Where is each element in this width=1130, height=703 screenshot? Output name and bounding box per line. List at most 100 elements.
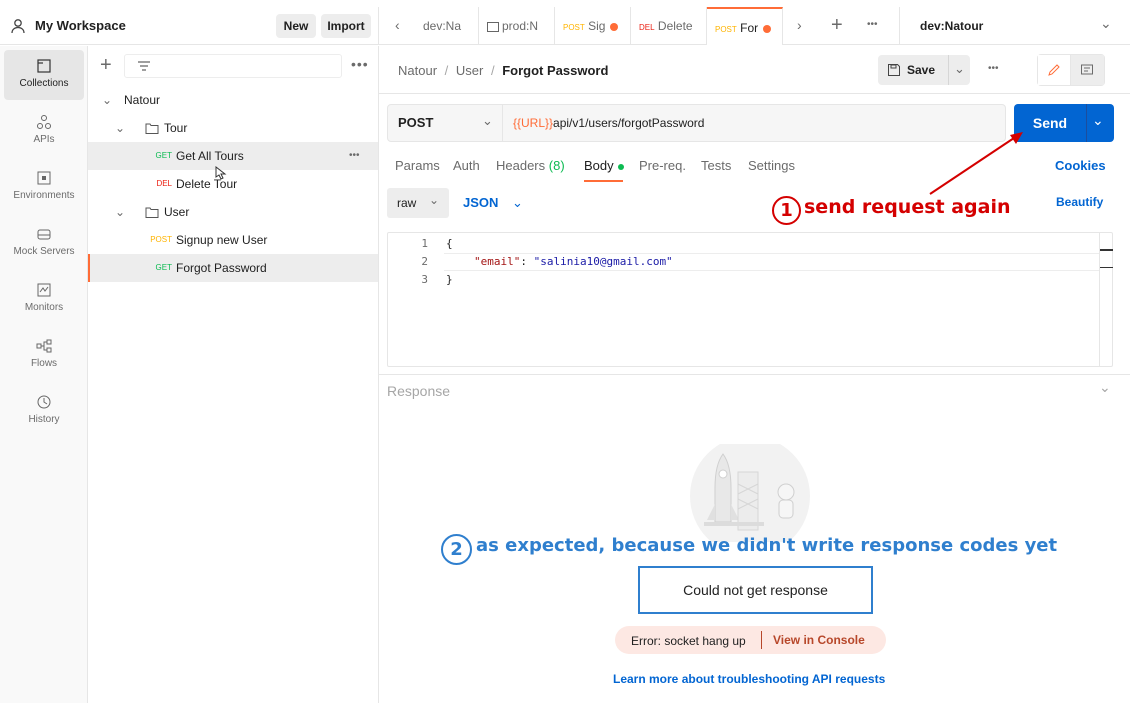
request-tab[interactable]: POST For [707,7,783,45]
tab-headers[interactable]: Headers (8) [496,158,565,173]
method-badge: POST [563,23,585,32]
more-options-icon[interactable]: ••• [988,63,999,74]
folder-icon [145,123,159,134]
tab-tests[interactable]: Tests [701,158,731,173]
workspace-title[interactable]: My Workspace [35,18,126,33]
collection-item[interactable]: ⌄ Natour [88,86,378,114]
unsaved-dot [610,22,619,31]
breadcrumb-folder[interactable]: User [456,63,483,78]
send-button-group: Send ⌄ [1014,104,1114,142]
request-name: Get All Tours [176,149,244,163]
line-number: 3 [421,273,428,286]
tab-body[interactable]: Body [584,158,624,173]
sidebar-item-label: Mock Servers [13,246,75,257]
tab-settings[interactable]: Settings [748,158,795,173]
method-badge: GET [155,151,172,160]
error-text: Error: socket hang up [631,634,746,648]
beautify-link[interactable]: Beautify [1056,195,1103,209]
annotation-number-1: 1 [772,196,801,225]
request-item[interactable]: GET Forgot Password [88,254,378,282]
request-tab[interactable]: dev:Na [415,7,479,45]
filter-icon [138,61,150,71]
import-button[interactable]: Import [321,14,371,38]
annotation-arrow-icon [929,132,1023,195]
sidebar-item-monitors[interactable]: Monitors [4,274,84,324]
folder-item[interactable]: ⌄ User [88,198,378,226]
environment-icon [487,21,499,32]
environment-label: dev:Natour [920,19,984,33]
body-editor[interactable]: 1 2 3 { "email": "salinia10@gmail.com" } [387,232,1113,367]
filter-input[interactable] [124,54,342,78]
sidebar-item-label: History [28,414,60,425]
chevron-down-icon: ⌄ [482,113,493,128]
chevron-down-icon: ⌄ [115,205,126,219]
body-format-label: JSON [463,195,499,210]
request-tab[interactable]: POST Sig [555,7,631,45]
chevron-down-icon[interactable]: ⌄ [1099,379,1111,396]
chevron-down-icon[interactable]: ⌄ [954,61,965,77]
body-mode-label: raw [397,196,417,210]
tab-label: dev:Na [423,19,462,33]
tab-bar: ‹ dev:Na prod:N POST Sig DEL Delete POST… [379,7,1130,45]
json-value: "salinia10@gmail.com" [533,255,673,268]
more-tabs-icon[interactable]: ••• [867,19,878,30]
request-tab[interactable]: DEL Delete [631,7,707,45]
url-path: api/v1/users/forgotPassword [553,116,705,130]
save-button[interactable]: Save [907,63,935,77]
sidebar-item-mock-servers[interactable]: Mock Servers [4,218,84,268]
save-icon [888,64,900,76]
add-collection-icon[interactable]: + [100,55,112,75]
sidebar-item-environments[interactable]: Environments [4,162,84,212]
request-tab[interactable]: prod:N [479,7,555,45]
view-in-console-link[interactable]: View in Console [773,633,865,647]
editor-scrollbar[interactable] [1099,233,1113,366]
cookies-link[interactable]: Cookies [1055,158,1106,173]
request-item[interactable]: DEL Delete Tour [88,170,378,198]
chevron-down-icon: ⌄ [115,121,126,135]
comment-icon [1081,64,1093,75]
sidebar-item-collections[interactable]: Collections [4,50,84,100]
pencil-icon [1048,64,1060,76]
sidebar-item-flows[interactable]: Flows [4,330,84,380]
tab-prerequest[interactable]: Pre-req. [639,158,686,173]
edit-mode-button[interactable] [1038,55,1071,85]
view-toggle [1037,54,1105,86]
chevron-left-icon[interactable]: ‹ [395,17,400,33]
chevron-right-icon[interactable]: › [797,17,802,33]
sidebar-item-history[interactable]: History [4,386,84,436]
body-mode-select[interactable]: raw ⌄ [387,188,449,218]
workspace-header: My Workspace New Import [0,7,379,45]
chevron-down-icon: ⌄ [102,93,113,107]
chevron-down-icon: ⌄ [1100,15,1112,31]
method-badge: POST [150,235,172,244]
folder-item[interactable]: ⌄ Tour [88,114,378,142]
environment-select[interactable]: dev:Natour ⌄ [899,7,1130,45]
tab-auth[interactable]: Auth [453,158,480,173]
new-button[interactable]: New [276,14,316,38]
annotation-text-2: as expected, because we didn't write res… [476,535,1058,556]
troubleshooting-link[interactable]: Learn more about troubleshooting API req… [613,672,885,686]
code-line: "email": "salinia10@gmail.com" [474,255,673,268]
tab-params[interactable]: Params [395,158,440,173]
more-options-icon[interactable]: ••• [349,142,360,170]
code-line: { [446,237,453,250]
docs-mode-button[interactable] [1071,55,1104,85]
folder-name: Tour [164,121,188,135]
page-title[interactable]: Forgot Password [502,63,608,78]
sidebar-item-label: Flows [30,358,58,369]
request-header: Natour / User / Forgot Password Save ⌄ •… [379,46,1130,94]
method-select[interactable]: POST ⌄ [387,104,503,142]
new-tab-icon[interactable]: + [831,14,843,37]
sidebar-item-apis[interactable]: APIs [4,106,84,156]
chevron-down-icon[interactable]: ⌄ [1092,112,1104,129]
more-options-icon[interactable]: ••• [351,56,369,72]
sidebar-item-label: Collections [19,78,69,89]
active-tab-underline [584,180,623,182]
request-item[interactable]: GET Get All Tours ••• [88,142,378,170]
sidebar-item-label: Environments [13,190,75,201]
request-item[interactable]: POST Signup new User [88,226,378,254]
breadcrumb-root[interactable]: Natour [398,63,437,78]
json-colon: : [520,255,527,268]
request-name: Signup new User [176,233,268,247]
body-format-select[interactable]: JSON ⌄ [463,195,523,211]
